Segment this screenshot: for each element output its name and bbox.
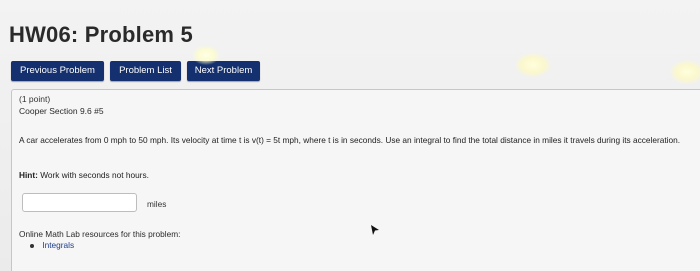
answer-input[interactable] [22, 193, 137, 212]
next-problem-button[interactable]: Next Problem [187, 61, 260, 81]
app-window: HW06: Problem 5 Previous Problem Problem… [0, 0, 700, 271]
points-label: (1 point) [19, 94, 51, 104]
problem-panel: (1 point) Cooper Section 9.6 #5 A car ac… [11, 89, 700, 271]
resource-item: Integrals [30, 240, 74, 250]
resources-label: Online Math Lab resources for this probl… [19, 229, 181, 239]
screen-glare [515, 53, 551, 77]
hint-line: Hint: Work with seconds not hours. [19, 170, 149, 180]
hint-label: Hint: [19, 170, 38, 180]
mouse-cursor-icon [371, 225, 379, 235]
hint-text: Work with seconds not hours. [40, 170, 149, 180]
previous-problem-button[interactable]: Previous Problem [11, 61, 104, 81]
screen-glare [670, 60, 700, 84]
problem-list-button[interactable]: Problem List [110, 61, 181, 81]
resource-link-integrals[interactable]: Integrals [42, 240, 74, 250]
bullet-icon [30, 243, 34, 248]
problem-source: Cooper Section 9.6 #5 [19, 106, 104, 116]
answer-units: miles [147, 199, 167, 209]
problem-statement: A car accelerates from 0 mph to 50 mph. … [19, 135, 681, 145]
page-title: HW06: Problem 5 [9, 22, 193, 47]
